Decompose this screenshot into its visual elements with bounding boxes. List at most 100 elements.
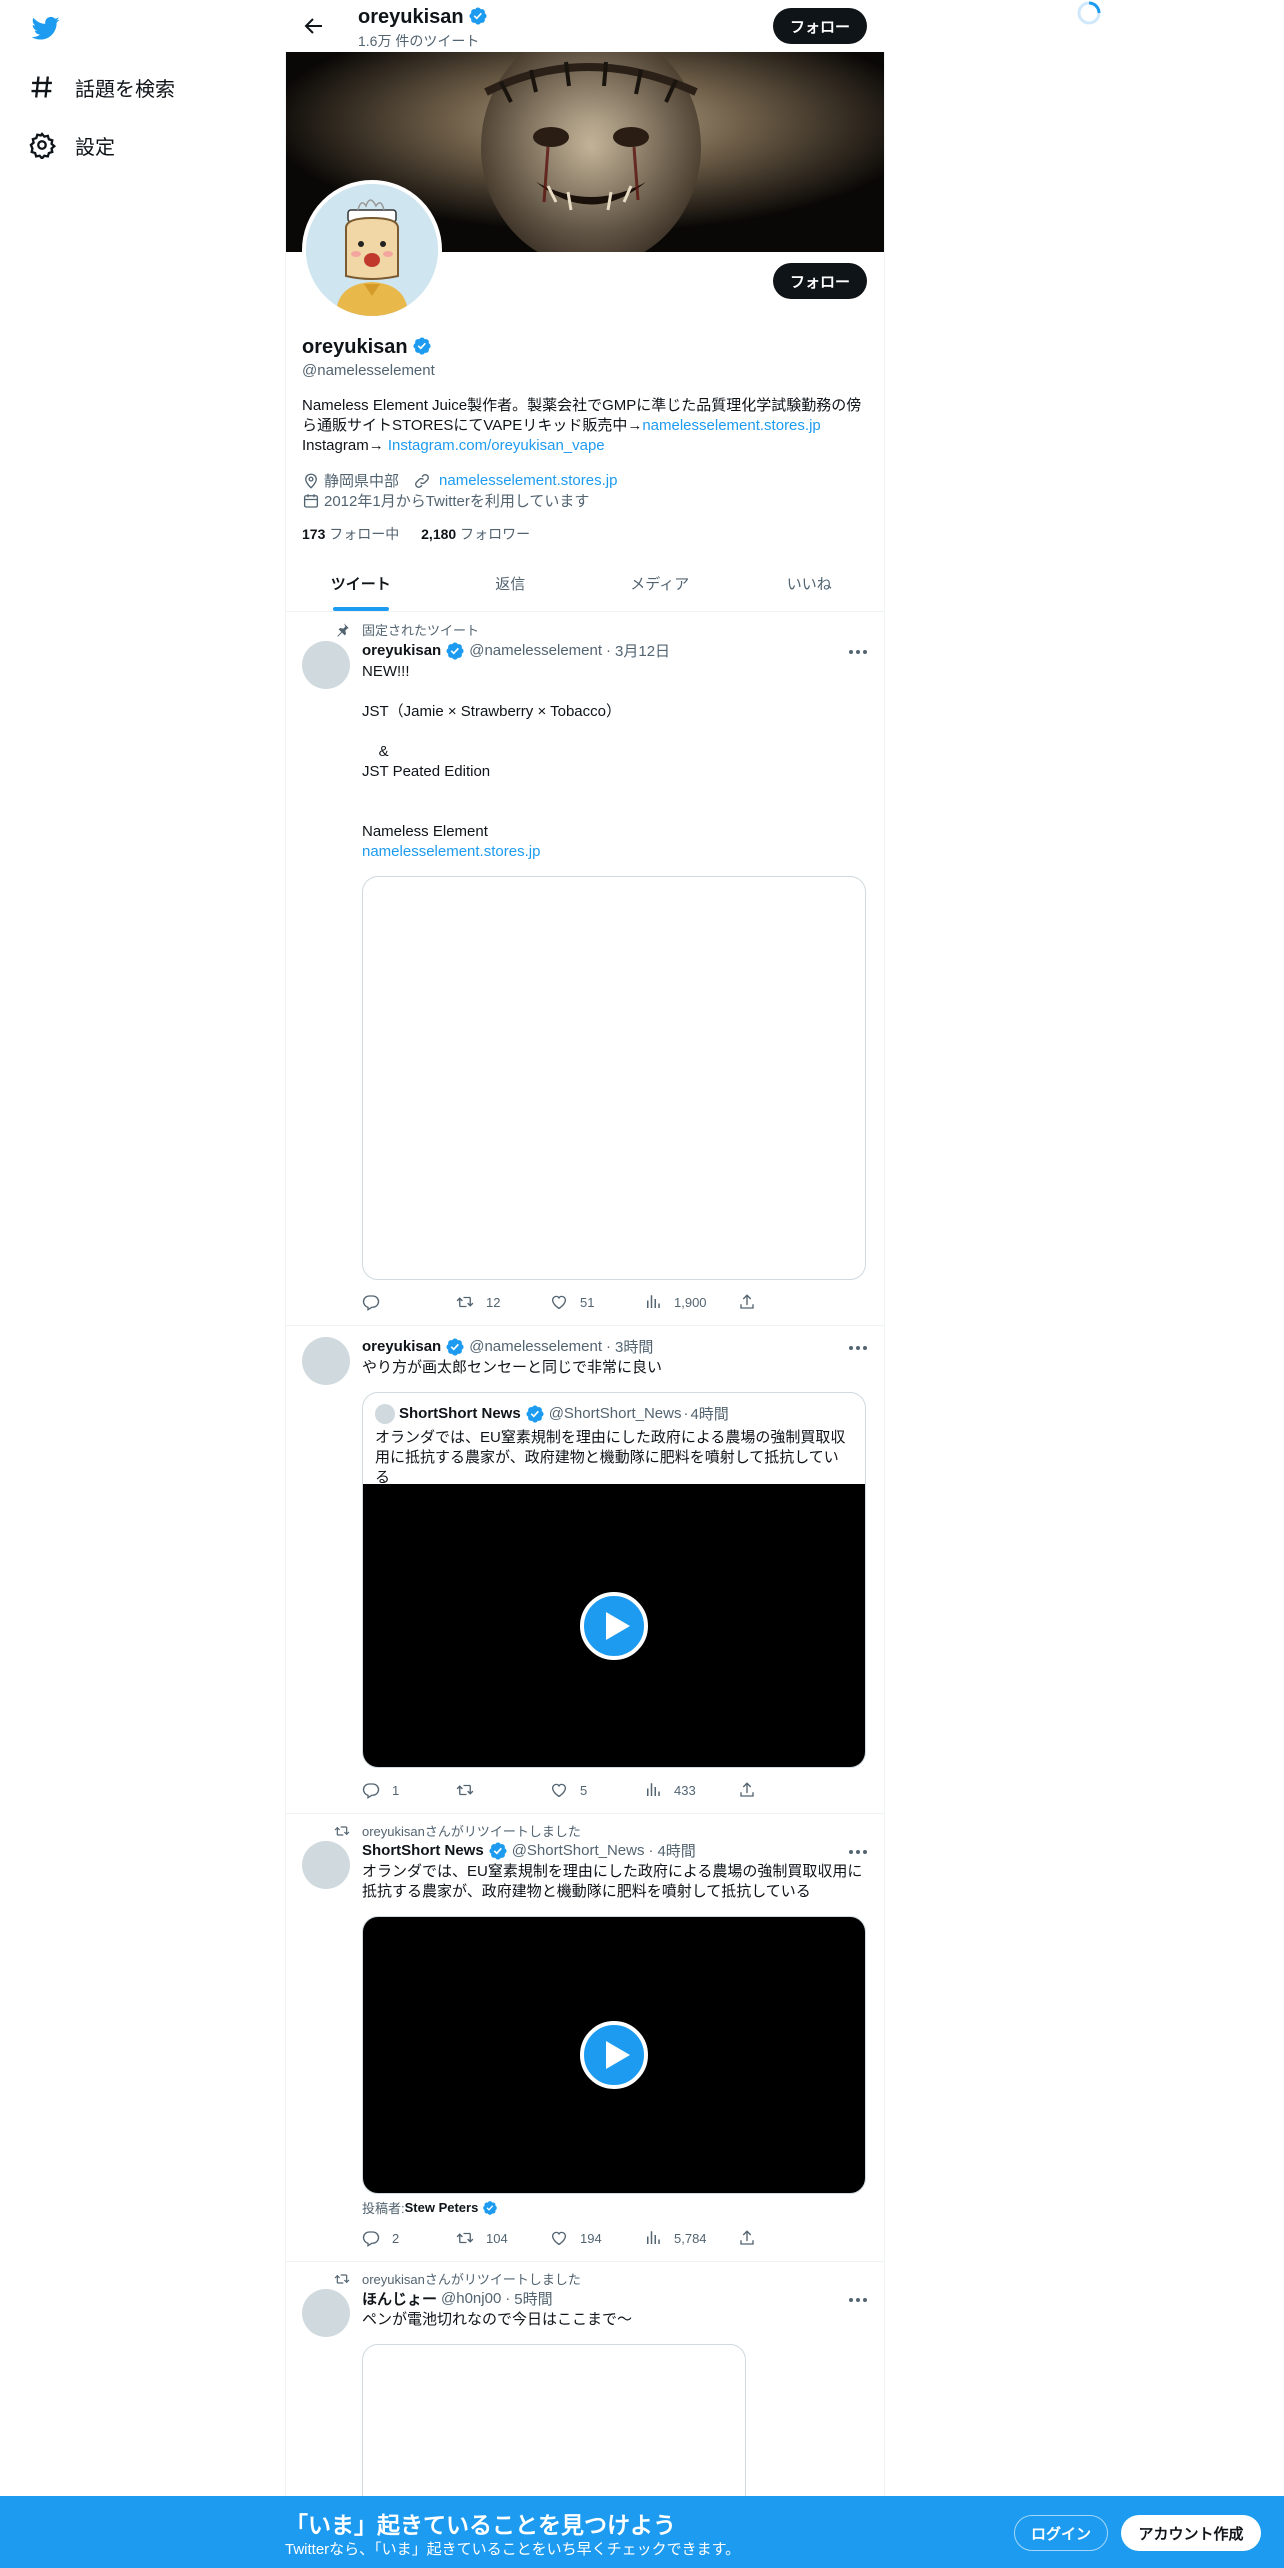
like-button[interactable]: 5 bbox=[550, 1780, 644, 1800]
divider bbox=[286, 2261, 884, 2262]
profile-follow-button[interactable]: フォロー bbox=[773, 263, 867, 299]
tweet-header: ShortShort News @ShortShort_News · 4時間 bbox=[362, 1840, 696, 1861]
heart-icon bbox=[550, 2229, 568, 2247]
video-player[interactable] bbox=[362, 1916, 866, 2194]
signup-button[interactable]: アカウント作成 bbox=[1121, 2515, 1261, 2551]
tweet-author-name[interactable]: ほんじょー bbox=[362, 2288, 437, 2309]
header-follow-button[interactable]: フォロー bbox=[773, 8, 867, 44]
play-button-icon[interactable] bbox=[580, 1592, 648, 1660]
heart-icon bbox=[550, 1293, 568, 1311]
retweet-indicator: oreyukisanさんがリツイートしました bbox=[334, 1821, 581, 1840]
video-player[interactable] bbox=[363, 1484, 865, 1767]
back-arrow-icon[interactable] bbox=[302, 14, 326, 38]
verified-badge-icon bbox=[525, 1404, 545, 1424]
quoted-author-handle: @ShortShort_News bbox=[548, 1405, 682, 1422]
tweet-author-avatar[interactable] bbox=[302, 2289, 350, 2337]
verified-badge-icon bbox=[482, 2200, 498, 2216]
views-button[interactable]: 1,900 bbox=[644, 1292, 738, 1312]
retweet-icon bbox=[334, 1823, 350, 1839]
retweet-button[interactable]: 12 bbox=[456, 1292, 550, 1312]
profile-website-link[interactable]: namelesselement.stores.jp bbox=[439, 472, 617, 489]
share-icon bbox=[738, 1293, 756, 1311]
tweet-author-name[interactable]: ShortShort News bbox=[362, 1842, 484, 1859]
tweet-author-avatar[interactable] bbox=[302, 1841, 350, 1889]
views-chart-icon bbox=[644, 2229, 662, 2247]
tweet-author-handle[interactable]: @namelesselement bbox=[469, 1338, 602, 1355]
tab-likes[interactable]: いいね bbox=[735, 556, 885, 611]
nav-explore[interactable]: 話題を検索 bbox=[28, 67, 175, 107]
verified-badge-icon bbox=[468, 6, 488, 26]
tweet-time[interactable]: 5時間 bbox=[514, 2288, 552, 2309]
verified-badge-icon bbox=[412, 336, 432, 356]
tweet-author-handle[interactable]: @ShortShort_News bbox=[512, 1842, 645, 1859]
twitter-logo-icon[interactable] bbox=[30, 14, 62, 42]
tweet-text: ペンが電池切れなので今日はここまで〜 bbox=[362, 2311, 633, 2328]
followers-link[interactable]: 2,180 フォロワー bbox=[421, 526, 530, 542]
like-button[interactable]: 51 bbox=[550, 1292, 644, 1312]
attribution-name[interactable]: Stew Peters bbox=[405, 2200, 479, 2215]
tweet-media-card[interactable] bbox=[362, 876, 866, 1280]
views-button[interactable]: 5,784 bbox=[644, 2228, 738, 2248]
tab-replies[interactable]: 返信 bbox=[436, 556, 586, 611]
tweet-header: oreyukisan @namelesselement · 3月12日 bbox=[362, 640, 671, 661]
more-options-icon[interactable] bbox=[846, 1840, 870, 1864]
quoted-tweet[interactable]: ShortShort News @ShortShort_News · 4時間 オ… bbox=[362, 1392, 866, 1768]
tweet-text: オランダでは、EU窒素規制を理由にした政府による農場の強制買取収用に抵抗する農家… bbox=[362, 1863, 863, 1900]
bio-line: Nameless Element Juice製作者。製薬会社でGMPに準じた品質… bbox=[302, 397, 862, 414]
profile-name: oreyukisan bbox=[302, 336, 432, 359]
bio-line: Instagram→ Instagram.com/oreyukisan_vape bbox=[302, 437, 605, 454]
retweet-button[interactable] bbox=[456, 1780, 550, 1800]
share-button[interactable] bbox=[738, 1292, 778, 1312]
reply-button[interactable]: 2 bbox=[362, 2228, 456, 2248]
reply-button[interactable] bbox=[362, 1292, 456, 1312]
tweet-author-name[interactable]: oreyukisan bbox=[362, 642, 441, 659]
divider bbox=[286, 1325, 884, 1326]
tweet-time[interactable]: 3月12日 bbox=[615, 640, 670, 661]
bio-store-link[interactable]: namelesselement.stores.jp bbox=[642, 417, 820, 434]
login-button[interactable]: ログイン bbox=[1014, 2515, 1108, 2551]
tweet-link[interactable]: namelesselement.stores.jp bbox=[362, 842, 866, 862]
more-options-icon[interactable] bbox=[846, 640, 870, 664]
bio-instagram-link[interactable]: Instagram.com/oreyukisan_vape bbox=[388, 437, 605, 454]
tweet-author-name[interactable]: oreyukisan bbox=[362, 1338, 441, 1355]
tweet-time[interactable]: 3時間 bbox=[615, 1336, 653, 1357]
more-options-icon[interactable] bbox=[846, 2288, 870, 2312]
tweet-author-handle[interactable]: @namelesselement bbox=[469, 642, 602, 659]
retweet-button[interactable]: 104 bbox=[456, 2228, 550, 2248]
views-button[interactable]: 433 bbox=[644, 1780, 738, 1800]
location-pin-icon bbox=[305, 473, 317, 489]
profile-bio: Nameless Element Juice製作者。製薬会社でGMPに準じた品質… bbox=[302, 396, 872, 456]
play-button-icon[interactable] bbox=[580, 2021, 648, 2089]
video-attribution: 投稿者: Stew Peters bbox=[362, 2198, 498, 2217]
share-button[interactable] bbox=[738, 2228, 778, 2248]
tweet-actions: 12 51 1,900 bbox=[362, 1292, 782, 1312]
tab-tweets[interactable]: ツイート bbox=[286, 556, 436, 611]
tweet-author-avatar[interactable] bbox=[302, 641, 350, 689]
pin-icon bbox=[337, 622, 349, 637]
quoted-tweet-time: 4時間 bbox=[690, 1406, 729, 1423]
retweet-indicator: oreyukisanさんがリツイートしました bbox=[334, 2269, 581, 2288]
more-options-icon[interactable] bbox=[846, 1336, 870, 1360]
heart-icon bbox=[550, 1781, 568, 1799]
retweet-icon bbox=[456, 2229, 474, 2247]
follow-stats: 173 フォロー中 2,180 フォロワー bbox=[302, 524, 530, 544]
tab-media[interactable]: メディア bbox=[585, 556, 735, 611]
link-icon bbox=[415, 473, 429, 488]
profile-joined-row: 2012年1月からTwitterを利用しています bbox=[302, 490, 589, 511]
tweet-author-avatar[interactable] bbox=[302, 1337, 350, 1385]
like-button[interactable]: 194 bbox=[550, 2228, 644, 2248]
tweet-time[interactable]: 4時間 bbox=[657, 1840, 695, 1861]
profile-tabs: ツイート 返信 メディア いいね bbox=[286, 556, 884, 612]
profile-meta-row: 静岡県中部 namelesselement.stores.jp bbox=[302, 470, 617, 491]
tweet-author-handle[interactable]: @h0nj00 bbox=[441, 2290, 501, 2307]
retweet-icon bbox=[334, 2271, 350, 2287]
retweet-icon bbox=[456, 1293, 474, 1311]
nav-settings[interactable]: 設定 bbox=[28, 125, 115, 165]
reply-button[interactable]: 1 bbox=[362, 1780, 456, 1800]
profile-avatar[interactable] bbox=[302, 180, 442, 320]
share-button[interactable] bbox=[738, 1780, 778, 1800]
tweet-actions: 2 104 194 5,784 bbox=[362, 2228, 782, 2248]
profile-location: 静岡県中部 bbox=[324, 473, 400, 490]
nav-explore-label: 話題を検索 bbox=[75, 78, 175, 101]
following-link[interactable]: 173 フォロー中 bbox=[302, 526, 399, 542]
